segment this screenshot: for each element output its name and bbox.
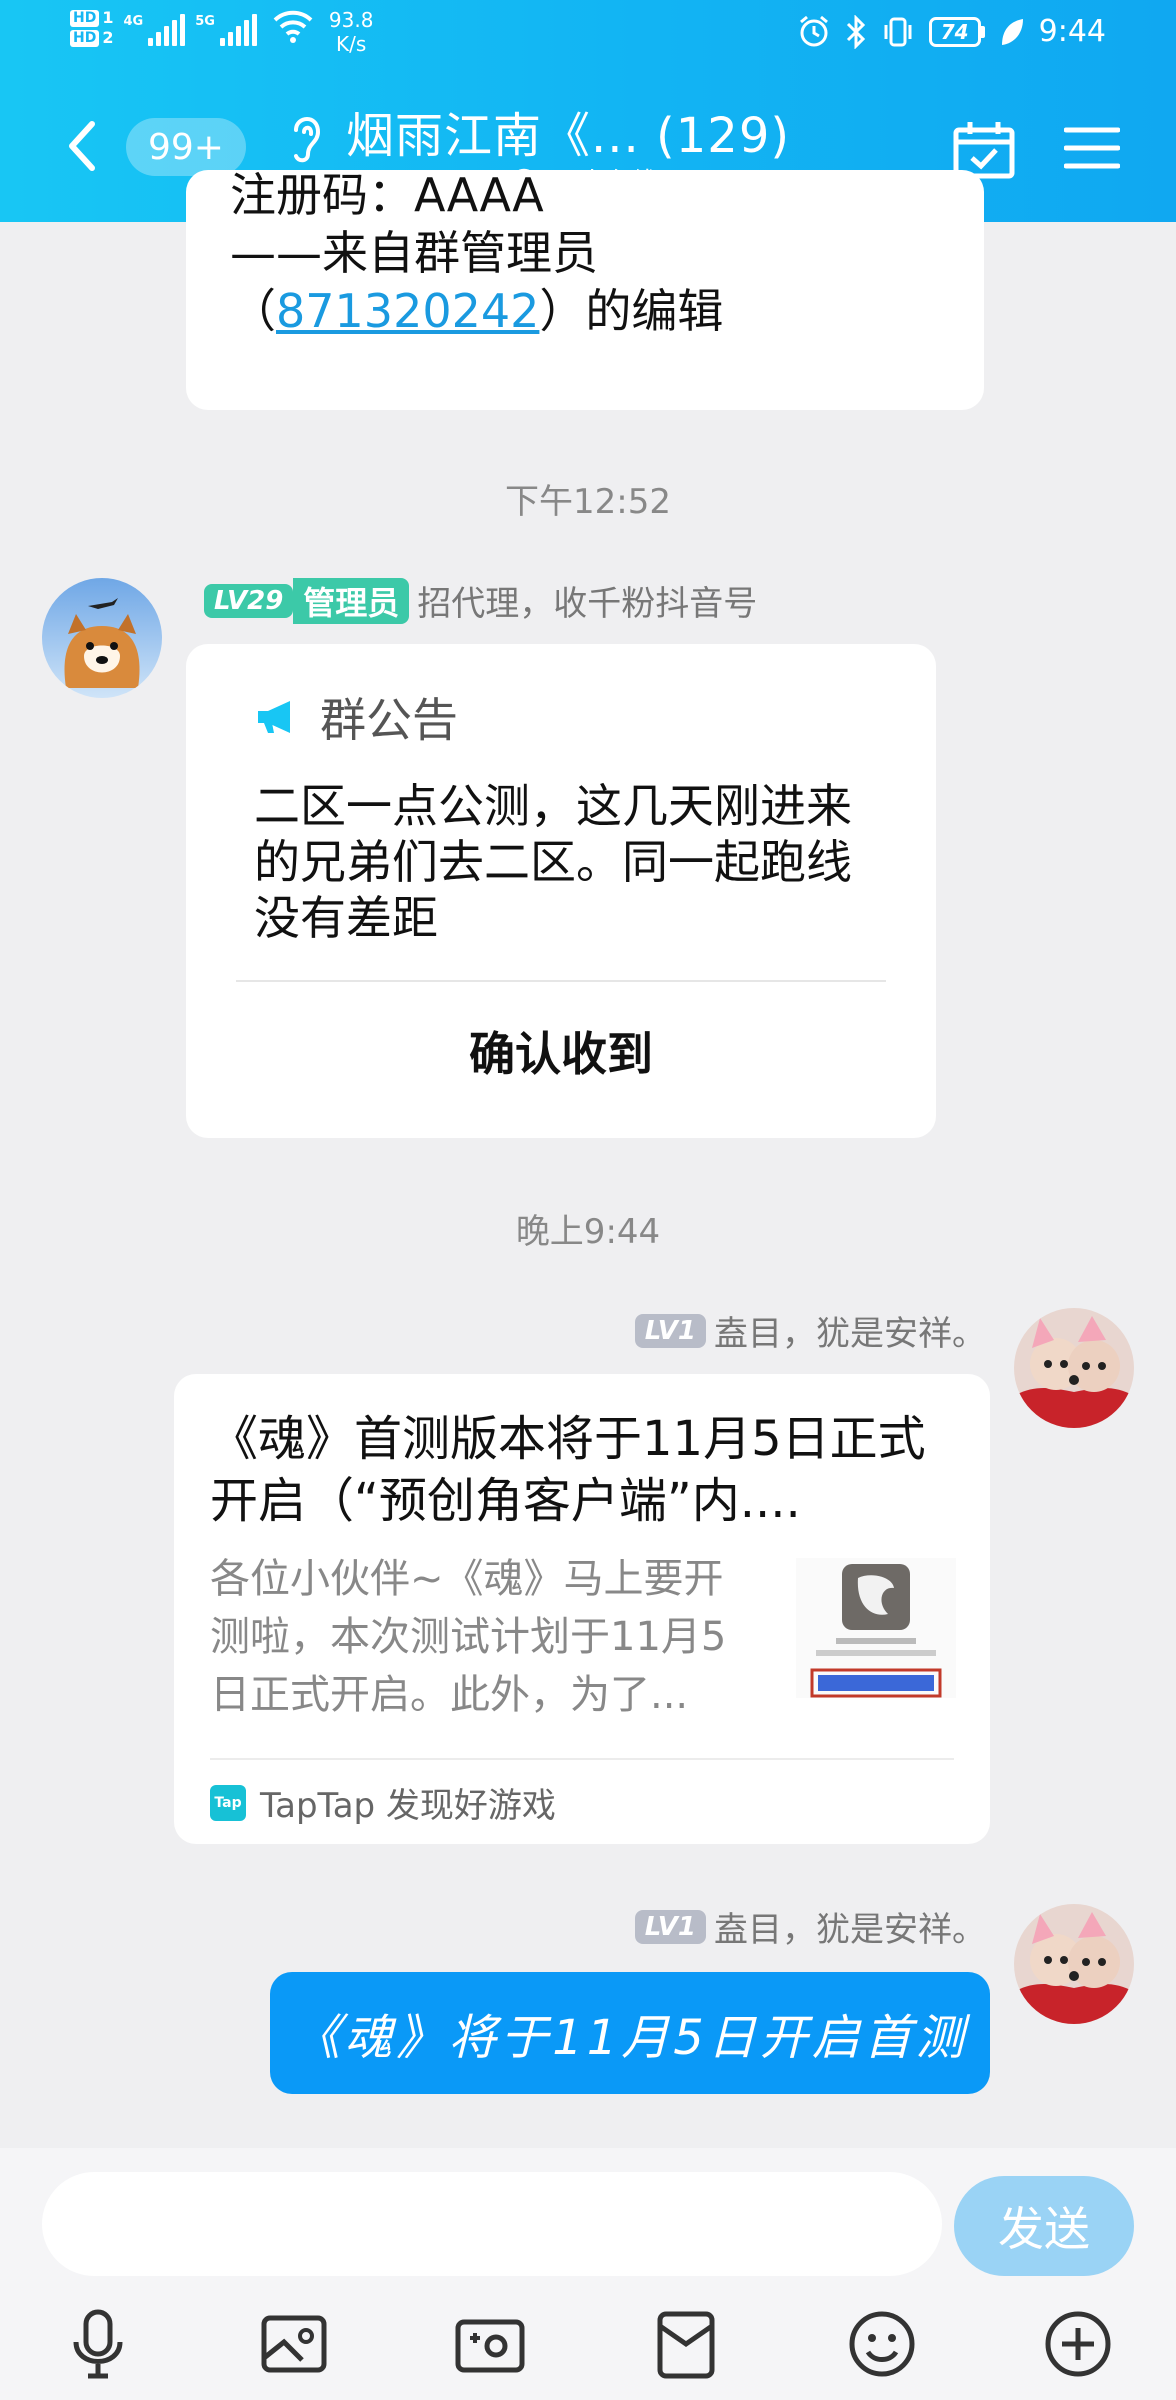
group-title[interactable]: 烟雨江南《... (129) <box>346 96 790 166</box>
group-notice-card[interactable]: 群公告 二区一点公测，这几天刚进来的兄弟们去二区。同一起跑线没有差距 确认收到 <box>186 644 936 1138</box>
input-bar: 发送 <box>0 2148 1176 2400</box>
menu-icon[interactable] <box>1064 124 1120 172</box>
admin-role-badge: 管理员 <box>293 577 410 624</box>
notice-title: 群公告 <box>320 693 458 747</box>
signal-5g-icon: 5G <box>195 8 257 46</box>
alarm-icon <box>799 15 828 46</box>
avatar[interactable] <box>42 578 162 698</box>
message-bubble[interactable]: 《魂》将于11月5日开启首测 <box>270 1972 990 2094</box>
sender-meta: LV1 盍目，犹是安祥。 <box>634 1306 986 1355</box>
confirm-received-button[interactable]: 确认收到 <box>186 1004 936 1104</box>
avatar[interactable] <box>1014 1308 1134 1428</box>
divider <box>236 980 886 982</box>
taptap-icon: Tap <box>210 1784 246 1821</box>
emoji-icon[interactable] <box>842 2304 922 2384</box>
level-badge: LV1 <box>634 1909 706 1944</box>
card-source: Tap TapTap 发现好游戏 <box>210 1778 556 1827</box>
card-description: 各位小伙伴~《魂》马上要开测啦，本次测试计划于11月5日正式开启。此外，为了..… <box>210 1556 727 1718</box>
plus-icon[interactable] <box>1038 2304 1118 2384</box>
clock: 9:44 <box>1038 14 1106 49</box>
message-input[interactable] <box>42 2172 942 2276</box>
edited-note-bubble: 注册码：AAAA ——来自群管理员 （871320242）的编辑 <box>186 170 984 410</box>
timestamp: 晚上9:44 <box>515 1212 661 1252</box>
signal-4g-icon: 4G <box>123 8 186 46</box>
divider <box>210 1758 954 1760</box>
timestamp: 下午12:52 <box>505 482 671 522</box>
status-bar: HD 1 HD 2 4G 5G 93.8 K/s 74 9:44 <box>0 0 1176 68</box>
sender-name[interactable]: 招代理，收千粉抖音号 <box>417 576 757 625</box>
sender-meta: LV29 管理员 招代理，收千粉抖音号 <box>204 576 757 625</box>
sender-name[interactable]: 盍目，犹是安祥。 <box>714 1306 986 1355</box>
card-thumbnail <box>796 1558 956 1698</box>
wifi-icon <box>273 10 313 43</box>
sender-meta: LV1 盍目，犹是安祥。 <box>634 1902 986 1951</box>
card-title: 《魂》首测版本将于11月5日正式开启（“预创角客户端”内.... <box>210 1411 926 1529</box>
voice-icon[interactable] <box>58 2304 138 2384</box>
notice-text: 二区一点公测，这几天刚进来的兄弟们去二区。同一起跑线没有差距 <box>254 779 852 945</box>
sender-name[interactable]: 盍目，犹是安祥。 <box>714 1902 986 1951</box>
share-link-card[interactable]: 《魂》首测版本将于11月5日正式开启（“预创角客户端”内.... 各位小伙伴~《… <box>174 1374 990 1844</box>
battery-icon: 74 <box>928 16 985 47</box>
level-badge: LV1 <box>634 1313 706 1348</box>
bluetooth-icon <box>846 14 865 49</box>
ear-icon[interactable] <box>286 108 326 168</box>
avatar[interactable] <box>1014 1904 1134 2024</box>
admin-id-link[interactable]: 871320242 <box>276 284 539 338</box>
image-icon[interactable] <box>254 2304 334 2384</box>
sim-indicator: HD 1 HD 2 <box>70 8 113 48</box>
unread-badge[interactable]: 99+ <box>126 118 246 176</box>
leaf-icon <box>1001 18 1023 45</box>
back-icon[interactable] <box>58 116 108 176</box>
network-speed: 93.8 K/s <box>328 8 374 56</box>
red-packet-icon[interactable] <box>646 2304 726 2384</box>
camera-icon[interactable] <box>450 2304 530 2384</box>
vibrate-icon <box>884 17 912 46</box>
megaphone-icon <box>258 701 290 733</box>
send-button[interactable]: 发送 <box>954 2176 1134 2276</box>
level-badge: LV29 <box>204 583 294 618</box>
toolbar <box>0 2304 1176 2384</box>
